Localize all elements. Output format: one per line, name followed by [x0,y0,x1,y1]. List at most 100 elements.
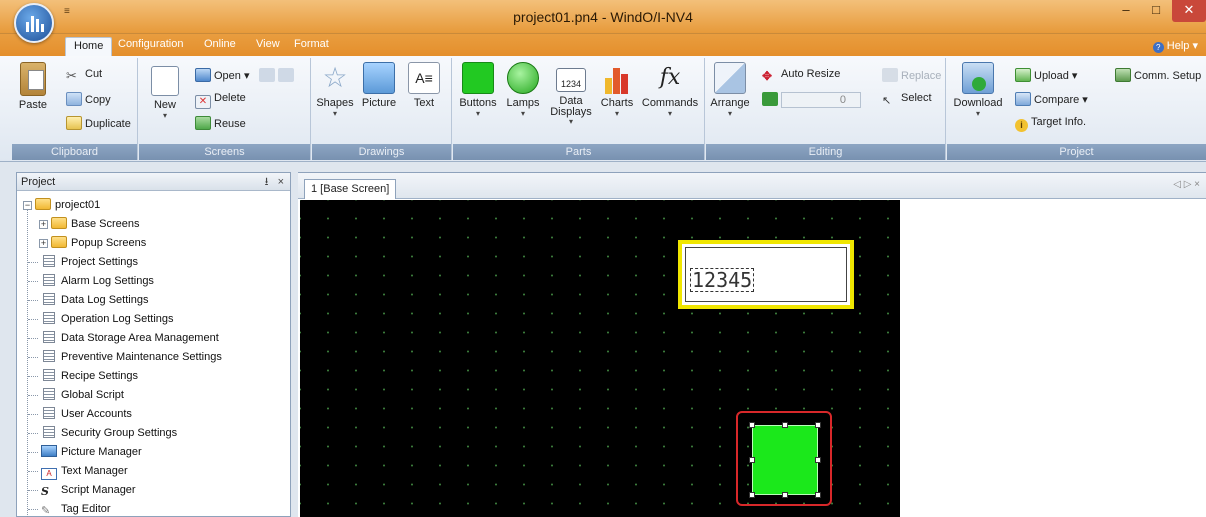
size-spin-field[interactable]: 0 [781,92,861,108]
resize-handle[interactable] [782,492,788,498]
maximize-button[interactable]: □ [1142,0,1170,22]
open-label: Open [214,70,241,82]
tree-folder-base-screens[interactable]: + Base Screens [39,216,139,233]
arrange-label: Arrange [710,97,750,109]
resize-handle[interactable] [782,422,788,428]
tree-item-operation-log-settings[interactable]: Operation Log Settings [28,311,174,328]
function-icon: fx [659,65,681,90]
comm-setup-icon [1115,68,1131,82]
size-spin-value: 0 [839,94,846,106]
resize-handle[interactable] [749,492,755,498]
compare-button[interactable]: Compare ▾ [1015,92,1088,106]
document-icon [43,350,55,362]
group-label-project: Project [947,144,1206,160]
duplicate-button[interactable]: Duplicate [66,116,131,130]
copy-label: Copy [85,94,111,106]
minimize-button[interactable]: – [1112,0,1140,22]
arrange-button[interactable]: Arrange ▾ [708,62,752,118]
tree-item-picture-manager[interactable]: Picture Manager [28,444,142,461]
tree-item-security-group-settings[interactable]: Security Group Settings [28,425,177,442]
text-button[interactable]: A≡ Text [406,62,442,109]
tree-root[interactable]: − project01 [23,197,100,214]
numerical-display-part[interactable]: 12345 [678,240,854,309]
ribbon: Paste ✂ Cut Copy Duplicate Clipboard New ▾… [0,56,1206,162]
buttons-button[interactable]: Buttons ▾ [457,62,499,118]
tree-item-data-storage-area[interactable]: Data Storage Area Management [28,330,219,347]
group-editing: Arrange ▾ ✥ Auto Resize 0 Replace ↖ Select … [706,58,946,160]
tree-folder-popup-screens[interactable]: + Popup Screens [39,235,146,252]
reuse-button[interactable]: Reuse [195,116,246,130]
selected-button-highlight [736,411,832,506]
comm-setup-button[interactable]: Comm. Setup [1115,68,1201,82]
shapes-icon: ☆ [322,62,348,93]
document-icon [43,331,55,343]
tree-item-tag-editor[interactable]: ✎ Tag Editor [28,501,111,517]
tree-item-label: Project Settings [61,256,139,268]
picture-button[interactable]: Picture [358,62,400,109]
expand-icon[interactable]: + [39,239,48,248]
resize-handle[interactable] [815,457,821,463]
tree-item-preventive-maintenance[interactable]: Preventive Maintenance Settings [28,349,222,366]
close-button[interactable]: ✕ [1172,0,1206,22]
cursor-icon: ↖ [882,95,892,107]
download-button[interactable]: Download ▾ [953,62,1003,118]
tree-item-user-accounts[interactable]: User Accounts [28,406,132,423]
tree-item-recipe-settings[interactable]: Recipe Settings [28,368,138,385]
shapes-button[interactable]: ☆ Shapes ▾ [316,62,354,118]
copy-button[interactable]: Copy [66,92,111,106]
text-icon: A≡ [408,62,440,94]
screen-small-icon-2[interactable] [277,68,294,82]
resize-handle[interactable] [815,422,821,428]
tree-item-text-manager[interactable]: A Text Manager [28,463,128,480]
tree-item-global-script[interactable]: Global Script [28,387,124,404]
cut-button[interactable]: ✂ Cut [66,68,102,83]
resize-handle[interactable] [815,492,821,498]
resize-handle[interactable] [749,422,755,428]
commands-button[interactable]: fx Commands ▾ [641,62,699,118]
charts-button[interactable]: Charts ▾ [597,62,637,118]
document-icon [43,407,55,419]
tab-view[interactable]: View [256,38,280,50]
document-icon [43,274,55,286]
tree-item-data-log-settings[interactable]: Data Log Settings [28,292,148,309]
tree-item-label: Preventive Maintenance Settings [61,351,222,363]
new-screen-button[interactable]: New ▾ [145,62,185,120]
charts-label: Charts [600,97,634,109]
paste-button[interactable]: Paste [16,62,50,111]
panel-close-icon[interactable]: × [278,176,284,188]
tab-format[interactable]: Format [294,38,329,50]
tab-navigation-icons[interactable]: ◁ ▷ × [1173,179,1200,190]
document-icon [43,293,55,305]
tab-base-screen[interactable]: 1 [Base Screen] [304,179,397,199]
delete-button[interactable]: ✕ Delete [195,92,246,109]
document-tab-bar: 1 [Base Screen] ◁ ▷ × [298,173,1206,199]
reuse-label: Reuse [214,118,246,130]
upload-label: Upload [1034,70,1069,82]
arrange-icon [714,62,746,94]
resize-handle[interactable] [749,457,755,463]
screen-small-icon-1[interactable] [258,68,275,82]
tree-item-project-settings[interactable]: Project Settings [28,254,139,271]
auto-resize-button[interactable]: ✥ Auto Resize [762,68,840,83]
tab-configuration[interactable]: Configuration [118,38,183,50]
pin-icon[interactable]: ⭳ [265,176,269,188]
upload-button[interactable]: Upload ▾ [1015,68,1077,82]
help-button[interactable]: ? Help ▾ [1152,39,1198,53]
data-displays-button[interactable]: 1234 Data Displays ▾ [549,62,593,126]
target-info-button[interactable]: i Target Info. [1015,116,1086,132]
tab-online[interactable]: Online [204,38,236,50]
open-button[interactable]: Open ▾ [195,68,297,82]
expand-icon[interactable]: + [39,220,48,229]
shapes-label: Shapes [316,97,354,109]
tree-item-alarm-log-settings[interactable]: Alarm Log Settings [28,273,154,290]
collapse-icon[interactable]: − [23,201,32,210]
select-button[interactable]: ↖ Select [882,92,932,108]
tab-home[interactable]: Home [65,37,113,56]
screen-canvas[interactable]: 12345 [300,200,900,517]
app-menu-button[interactable] [14,3,54,43]
lamps-button[interactable]: Lamps ▾ [503,62,543,118]
folder-icon [51,236,67,248]
size-spinner[interactable]: 0 [762,92,861,108]
bit-button-part[interactable] [752,425,818,495]
tree-item-script-manager[interactable]: S Script Manager [28,482,136,499]
